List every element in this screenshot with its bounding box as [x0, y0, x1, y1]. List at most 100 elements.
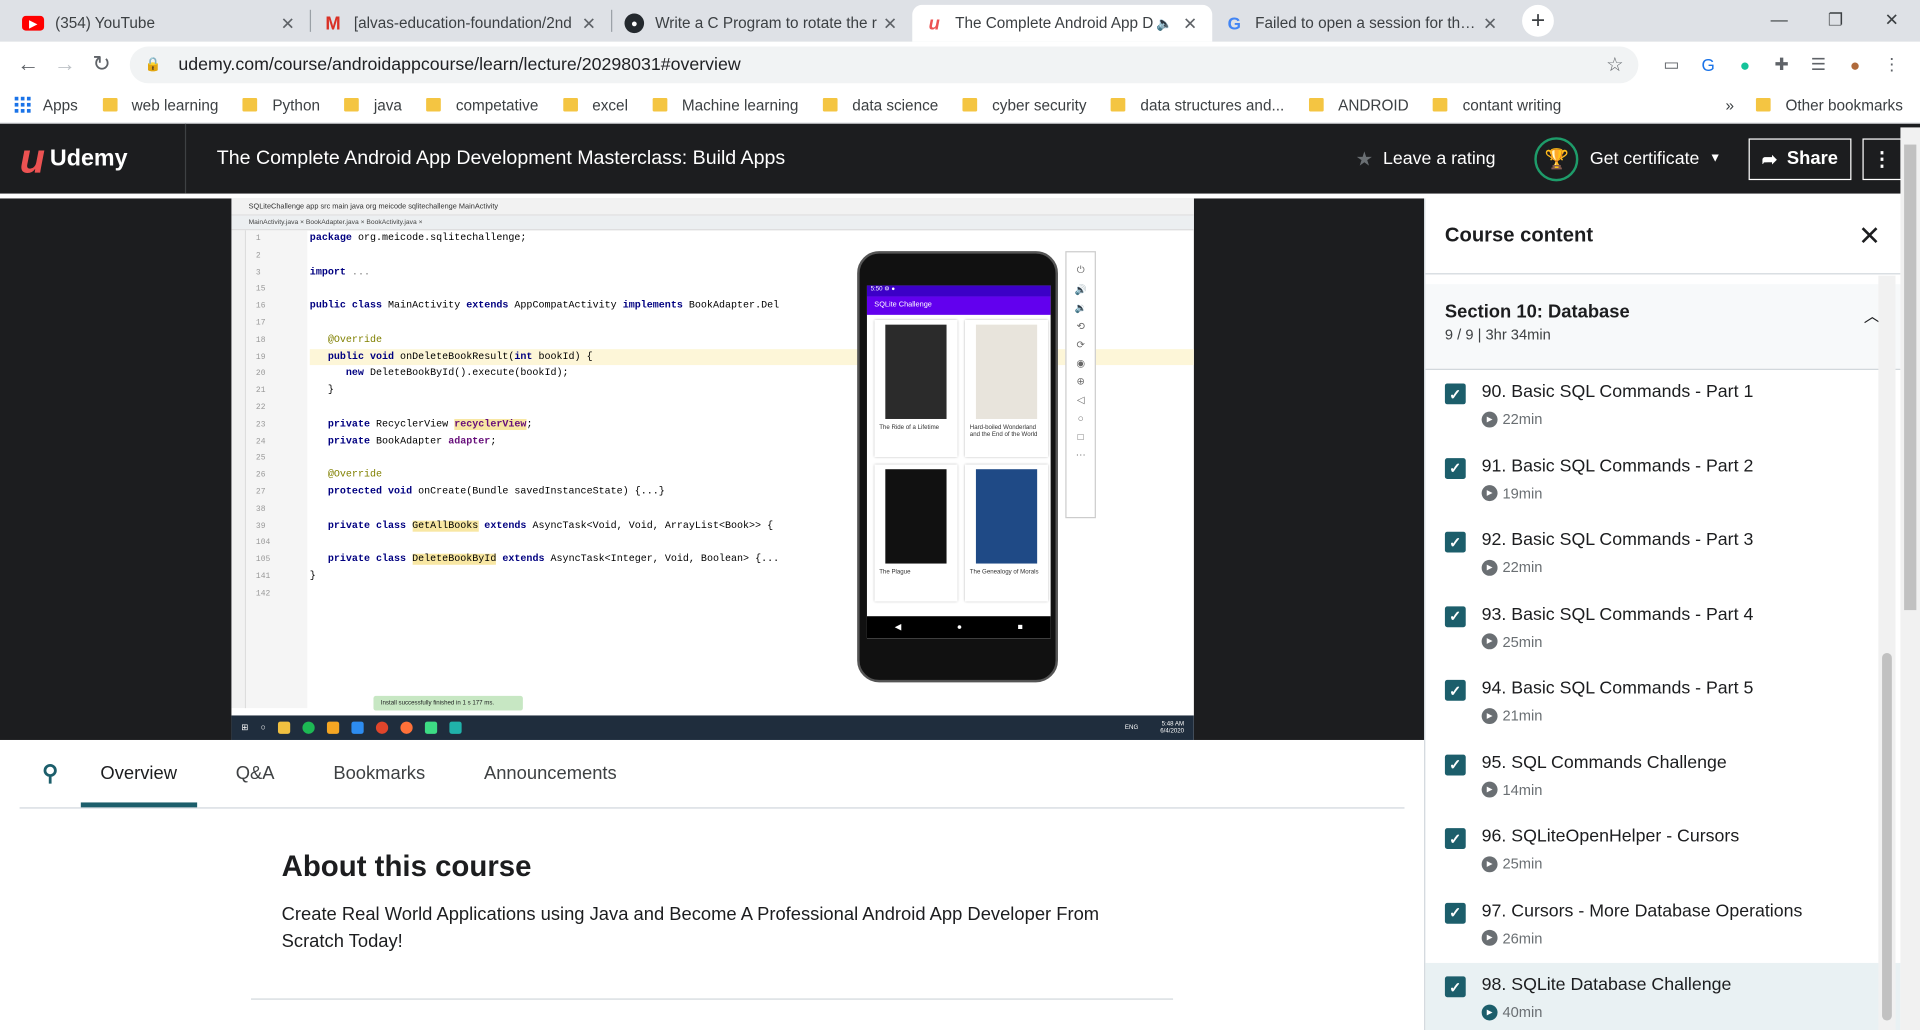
sidebar-scrollbar[interactable]	[1878, 275, 1896, 1030]
course-title[interactable]: The Complete Android App Development Mas…	[217, 148, 1356, 170]
checkbox[interactable]: ✓	[1444, 828, 1466, 849]
lecture-item[interactable]: ✓ 93. Basic SQL Commands - Part 4 ▶ 25min	[1425, 592, 1900, 666]
lecture-item[interactable]: ✓ 90. Basic SQL Commands - Part 1 ▶ 22min	[1425, 370, 1900, 444]
bookmark-folder[interactable]: competative	[426, 96, 538, 113]
checkbox[interactable]: ✓	[1444, 457, 1466, 479]
bookmark-folder[interactable]: ANDROID	[1308, 96, 1409, 113]
share-arrow-icon: ➦	[1761, 148, 1778, 170]
rating-label: Leave a rating	[1383, 148, 1496, 169]
lecture-title: 93. Basic SQL Commands - Part 4	[1481, 604, 1754, 625]
bookmark-folder[interactable]: Python	[242, 96, 320, 113]
close-icon[interactable]: ✕	[1858, 220, 1881, 252]
lecture-title: 97. Cursors - More Database Operations	[1481, 901, 1803, 921]
lecture-item[interactable]: ✓ 92. Basic SQL Commands - Part 3 ▶ 22min	[1425, 518, 1900, 592]
extensions-icon[interactable]: ✚	[1763, 46, 1800, 83]
lecture-item[interactable]: ✓ 95. SQL Commands Challenge ▶ 14min	[1425, 741, 1900, 815]
cast-icon[interactable]: ▭	[1653, 46, 1690, 83]
section-header[interactable]: Section 10: Database 9 / 9 | 3hr 34min ︿	[1425, 284, 1901, 370]
book-cover	[975, 324, 1038, 419]
browser-tab-gmail[interactable]: M [alvas-education-foundation/2nd ✕	[311, 5, 611, 42]
folder-icon	[962, 98, 978, 112]
browser-tab-google[interactable]: G Failed to open a session for the v ✕	[1212, 5, 1512, 42]
gmail-icon: M	[325, 12, 341, 34]
translate-icon[interactable]: G	[1690, 46, 1727, 83]
book-card: The Plague	[874, 464, 957, 601]
close-icon[interactable]: ✕	[579, 13, 599, 34]
forward-arrow-icon[interactable]: →	[47, 46, 84, 83]
lecture-title: 90. Basic SQL Commands - Part 1	[1481, 382, 1754, 402]
bookmark-star-icon[interactable]: ☆	[1606, 52, 1624, 77]
bookmark-folder[interactable]: excel	[562, 96, 628, 113]
section-meta: 9 / 9 | 3hr 34min	[1444, 325, 1551, 344]
scrollbar-thumb[interactable]	[1904, 144, 1917, 611]
lecture-item[interactable]: ✓ 94. Basic SQL Commands - Part 5 ▶ 21min	[1425, 666, 1900, 740]
bookmark-label: java	[373, 96, 402, 114]
maximize-icon[interactable]: ❐	[1807, 0, 1863, 39]
line-number: 142	[255, 588, 271, 598]
tab-bookmarks[interactable]: Bookmarks	[314, 740, 445, 807]
bookmark-label: web learning	[131, 96, 219, 114]
checkbox[interactable]: ✓	[1444, 976, 1466, 998]
video-player[interactable]: SQLiteChallenge app src main java org me…	[0, 198, 1425, 740]
line-number: 21	[255, 386, 266, 395]
rotate-right-icon: ⟳	[1076, 339, 1085, 351]
page-scrollbar[interactable]	[1900, 127, 1920, 1030]
lecture-item[interactable]: ✓ 96. SQLiteOpenHelper - Cursors ▶ 25min	[1425, 815, 1900, 889]
browser-tab-github[interactable]: ● Write a C Program to rotate the r ✕	[612, 5, 912, 42]
duration-text: 22min	[1502, 558, 1543, 576]
minimize-icon[interactable]: —	[1751, 0, 1807, 39]
address-bar[interactable]: 🔒 udemy.com/course/androidappcourse/lear…	[129, 45, 1639, 83]
checkbox[interactable]: ✓	[1444, 531, 1466, 553]
lecture-item[interactable]: ✓ 97. Cursors - More Database Operations ▶…	[1425, 889, 1900, 963]
folder-icon	[102, 98, 117, 112]
avatar[interactable]: ●	[1837, 46, 1874, 83]
new-tab-button[interactable]: +	[1522, 4, 1554, 37]
checkbox[interactable]: ✓	[1444, 754, 1466, 775]
browser-tab-udemy[interactable]: u The Complete Android App D 🔈 ✕	[912, 4, 1213, 42]
lecture-item[interactable]: ✓ 91. Basic SQL Commands - Part 2 ▶ 19min	[1425, 444, 1900, 518]
more-bookmarks-chevron[interactable]: »	[1726, 96, 1735, 113]
overview-icon: □	[1077, 431, 1084, 443]
tab-announcements[interactable]: Announcements	[464, 740, 636, 807]
tab-overview[interactable]: Overview	[80, 740, 197, 808]
reload-icon[interactable]: ↻	[83, 46, 120, 83]
sidebar-title: Course content	[1444, 224, 1594, 247]
bookmark-folder[interactable]: cyber security	[962, 96, 1087, 113]
browser-menu-icon[interactable]: ⋮	[1873, 46, 1910, 83]
folder-icon	[1756, 98, 1771, 112]
checkbox[interactable]: ✓	[1444, 679, 1466, 701]
bookmark-apps[interactable]: Apps	[14, 96, 78, 113]
close-icon[interactable]: ✕	[880, 13, 900, 34]
bookmark-folder[interactable]: data structures and...	[1111, 96, 1284, 113]
more-options-button[interactable]: ⋮	[1862, 137, 1902, 180]
bookmark-folder[interactable]: data science	[822, 96, 938, 113]
book-cover	[885, 324, 947, 419]
scrollbar-thumb[interactable]	[1882, 652, 1892, 1021]
bookmark-folder[interactable]: web learning	[102, 96, 218, 113]
grammarly-icon[interactable]: ●	[1727, 46, 1764, 83]
get-certificate-button[interactable]: 🏆 Get certificate ▼	[1534, 136, 1721, 181]
search-icon[interactable]: ⚲	[20, 740, 81, 807]
close-window-icon[interactable]: ✕	[1864, 0, 1920, 39]
bookmark-folder[interactable]: contant writing	[1433, 96, 1561, 113]
back-arrow-icon[interactable]: ←	[10, 46, 47, 83]
close-icon[interactable]: ✕	[1180, 13, 1200, 34]
checkbox[interactable]: ✓	[1444, 902, 1466, 924]
checkbox[interactable]: ✓	[1444, 383, 1466, 405]
lecture-title: 95. SQL Commands Challenge	[1481, 752, 1727, 773]
checkbox[interactable]: ✓	[1444, 605, 1466, 627]
line-number: 17	[255, 318, 266, 328]
other-bookmarks[interactable]: Other bookmarks	[1785, 96, 1902, 113]
bookmark-folder[interactable]: java	[344, 96, 402, 114]
share-button[interactable]: ➦ Share	[1748, 137, 1852, 180]
tab-qa[interactable]: Q&A	[216, 740, 294, 807]
close-icon[interactable]: ✕	[278, 13, 298, 34]
leave-rating-button[interactable]: ★ Leave a rating	[1356, 146, 1496, 171]
media-control-icon[interactable]: ☰	[1800, 46, 1837, 83]
speaker-icon[interactable]: 🔈	[1156, 15, 1173, 32]
lecture-item[interactable]: ✓ 98. SQLite Database Challenge ▶ 40min	[1425, 962, 1901, 1030]
bookmark-folder[interactable]: Machine learning	[652, 96, 798, 113]
browser-tab-youtube[interactable]: ▶ (354) YouTube ✕	[10, 5, 310, 42]
udemy-logo[interactable]: u Udemy	[0, 123, 187, 194]
close-icon[interactable]: ✕	[1480, 13, 1500, 34]
